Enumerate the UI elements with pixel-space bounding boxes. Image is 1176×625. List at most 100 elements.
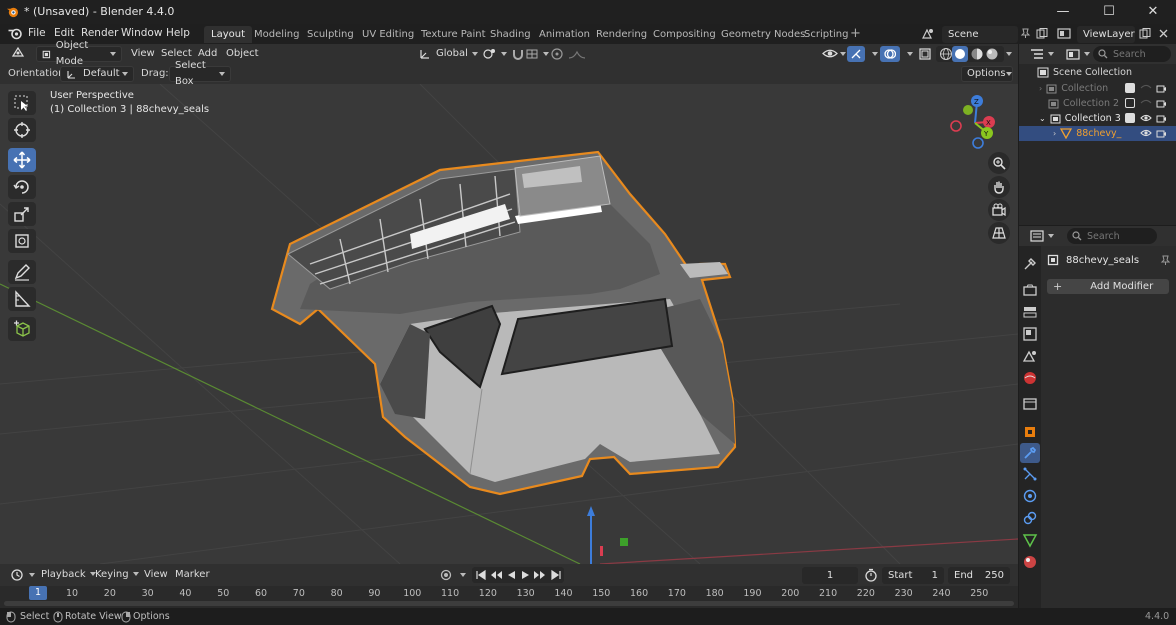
view-layer-icon[interactable] bbox=[1057, 27, 1071, 40]
material-preview-icon[interactable] bbox=[970, 47, 984, 61]
jump-start-icon[interactable] bbox=[475, 569, 487, 581]
pan-button[interactable] bbox=[988, 176, 1010, 198]
timeline-scrollbar[interactable] bbox=[4, 601, 1014, 606]
camera-render-icon[interactable] bbox=[1156, 98, 1167, 108]
new-view-layer-icon[interactable] bbox=[1139, 28, 1151, 39]
tab-layout[interactable]: Layout bbox=[204, 26, 252, 43]
overlays-toggle[interactable] bbox=[880, 46, 900, 62]
orientation-selector[interactable]: Default bbox=[60, 66, 134, 82]
proportional-editing-icon[interactable] bbox=[550, 48, 564, 60]
chevron-down-icon[interactable] bbox=[907, 52, 913, 56]
chevron-down-icon[interactable] bbox=[460, 573, 466, 577]
menu-object[interactable]: Object bbox=[221, 46, 264, 62]
tool-tab-icon[interactable] bbox=[1022, 256, 1038, 272]
playhead-frame[interactable]: 1 bbox=[29, 586, 47, 600]
object-tab-icon[interactable] bbox=[1022, 424, 1038, 440]
blender-menu-icon[interactable] bbox=[8, 27, 23, 40]
chevron-down-icon[interactable] bbox=[840, 52, 846, 56]
tab-sculpting[interactable]: Sculpting bbox=[300, 26, 361, 43]
tab-uv-editing[interactable]: UV Editing bbox=[355, 26, 421, 43]
snap-toggle[interactable] bbox=[506, 46, 554, 62]
move-tool[interactable] bbox=[8, 148, 36, 172]
add-modifier-button[interactable]: + Add Modifier bbox=[1047, 279, 1169, 294]
tab-texture-paint[interactable]: Texture Paint bbox=[414, 26, 493, 43]
rendered-shading-icon[interactable] bbox=[985, 47, 999, 61]
record-keyframe-icon[interactable] bbox=[440, 569, 452, 581]
camera-render-icon[interactable] bbox=[1156, 113, 1167, 123]
gizmo-neg-x-axis[interactable] bbox=[950, 120, 962, 132]
cursor-tool[interactable] bbox=[8, 118, 36, 142]
menu-window[interactable]: Window bbox=[121, 27, 162, 39]
camera-render-icon[interactable] bbox=[1156, 83, 1167, 93]
annotate-tool[interactable] bbox=[8, 260, 36, 284]
world-tab-icon[interactable] bbox=[1022, 370, 1038, 386]
physics-tab-icon[interactable] bbox=[1022, 488, 1038, 504]
zoom-button[interactable] bbox=[988, 152, 1010, 174]
eye-hidden-icon[interactable] bbox=[1140, 98, 1152, 108]
transform-orientation-selector[interactable]: Global bbox=[414, 46, 483, 62]
outliner-row-collection[interactable]: › Collection bbox=[1019, 81, 1176, 96]
xray-toggle-icon[interactable] bbox=[918, 47, 932, 61]
scene-tab-icon[interactable] bbox=[1022, 348, 1038, 364]
checkbox-icon[interactable] bbox=[1125, 98, 1135, 108]
data-tab-icon[interactable] bbox=[1022, 532, 1038, 548]
timeline-view-menu[interactable]: View bbox=[139, 567, 173, 583]
jump-keyframe-forward-icon[interactable] bbox=[533, 569, 547, 581]
add-workspace-icon[interactable]: + bbox=[850, 26, 861, 41]
play-reverse-icon[interactable] bbox=[505, 569, 517, 581]
properties-search[interactable]: Search bbox=[1067, 228, 1157, 244]
expand-arrow-icon[interactable]: › bbox=[1039, 81, 1042, 96]
jump-end-icon[interactable] bbox=[550, 569, 562, 581]
visibility-eye-icon[interactable] bbox=[822, 47, 838, 60]
collapse-arrow-icon[interactable]: ⌄ bbox=[1039, 111, 1046, 126]
collection-tab-icon[interactable] bbox=[1022, 396, 1038, 412]
eye-icon[interactable] bbox=[1140, 113, 1152, 123]
particles-tab-icon[interactable] bbox=[1022, 466, 1038, 482]
add-cube-tool[interactable] bbox=[8, 317, 36, 341]
menu-view[interactable]: View bbox=[126, 46, 160, 62]
transform-tool[interactable] bbox=[8, 229, 36, 253]
checkbox-icon[interactable] bbox=[1125, 113, 1135, 123]
select-box-tool[interactable] bbox=[8, 91, 36, 115]
editor-type-button[interactable] bbox=[6, 46, 32, 62]
outliner-row-88chevy[interactable]: › 88chevy_ bbox=[1019, 126, 1176, 141]
mode-selector[interactable]: Object Mode bbox=[36, 40, 122, 67]
wireframe-shading-icon[interactable] bbox=[939, 47, 953, 61]
falloff-icon[interactable] bbox=[568, 48, 586, 60]
close-button[interactable]: ✕ bbox=[1130, 0, 1176, 24]
timeline-marker-menu[interactable]: Marker bbox=[170, 567, 215, 583]
tab-rendering[interactable]: Rendering bbox=[589, 26, 654, 43]
outliner-editor-type[interactable] bbox=[1025, 46, 1059, 62]
navigation-gizmo[interactable]: Z X Y bbox=[944, 92, 1006, 154]
properties-editor-type[interactable] bbox=[1025, 228, 1059, 244]
constraints-tab-icon[interactable] bbox=[1022, 510, 1038, 526]
tab-modeling[interactable]: Modeling bbox=[247, 26, 307, 43]
gizmo-toggle[interactable] bbox=[847, 46, 865, 62]
selected-car-mesh[interactable] bbox=[270, 150, 737, 496]
current-frame-field[interactable]: 1 bbox=[802, 567, 858, 584]
checkbox-icon[interactable] bbox=[1125, 83, 1135, 93]
expand-arrow-icon[interactable]: › bbox=[1053, 126, 1056, 141]
outliner-scene-collection[interactable]: Scene Collection bbox=[1019, 65, 1176, 80]
options-dropdown[interactable]: Options bbox=[961, 66, 1013, 82]
chevron-down-icon[interactable] bbox=[1006, 52, 1012, 56]
camera-view-button[interactable] bbox=[988, 199, 1010, 221]
new-scene-icon[interactable] bbox=[1036, 28, 1048, 39]
z-arrow-head[interactable] bbox=[587, 506, 595, 516]
drag-selector[interactable]: Select Box bbox=[169, 60, 231, 87]
jump-keyframe-back-icon[interactable] bbox=[489, 569, 503, 581]
menu-file[interactable]: File bbox=[28, 27, 46, 39]
maximize-button[interactable]: ☐ bbox=[1086, 0, 1132, 24]
3d-viewport[interactable]: User Perspective (1) Collection 3 | 88ch… bbox=[0, 84, 1018, 564]
pin-icon[interactable] bbox=[1020, 28, 1031, 39]
tab-shading[interactable]: Shading bbox=[483, 26, 538, 43]
scene-selector[interactable]: Scene bbox=[942, 26, 1018, 43]
minimize-button[interactable]: — bbox=[1040, 0, 1086, 24]
timeline-editor-type[interactable] bbox=[6, 567, 40, 583]
chevron-down-icon[interactable] bbox=[872, 52, 878, 56]
menu-help[interactable]: Help bbox=[166, 27, 190, 39]
gizmo-neg-y-axis[interactable] bbox=[963, 105, 973, 115]
outliner-row-collection-2[interactable]: Collection 2 bbox=[1019, 96, 1176, 111]
scale-tool[interactable] bbox=[8, 202, 36, 226]
solid-shading-button[interactable] bbox=[952, 46, 968, 62]
